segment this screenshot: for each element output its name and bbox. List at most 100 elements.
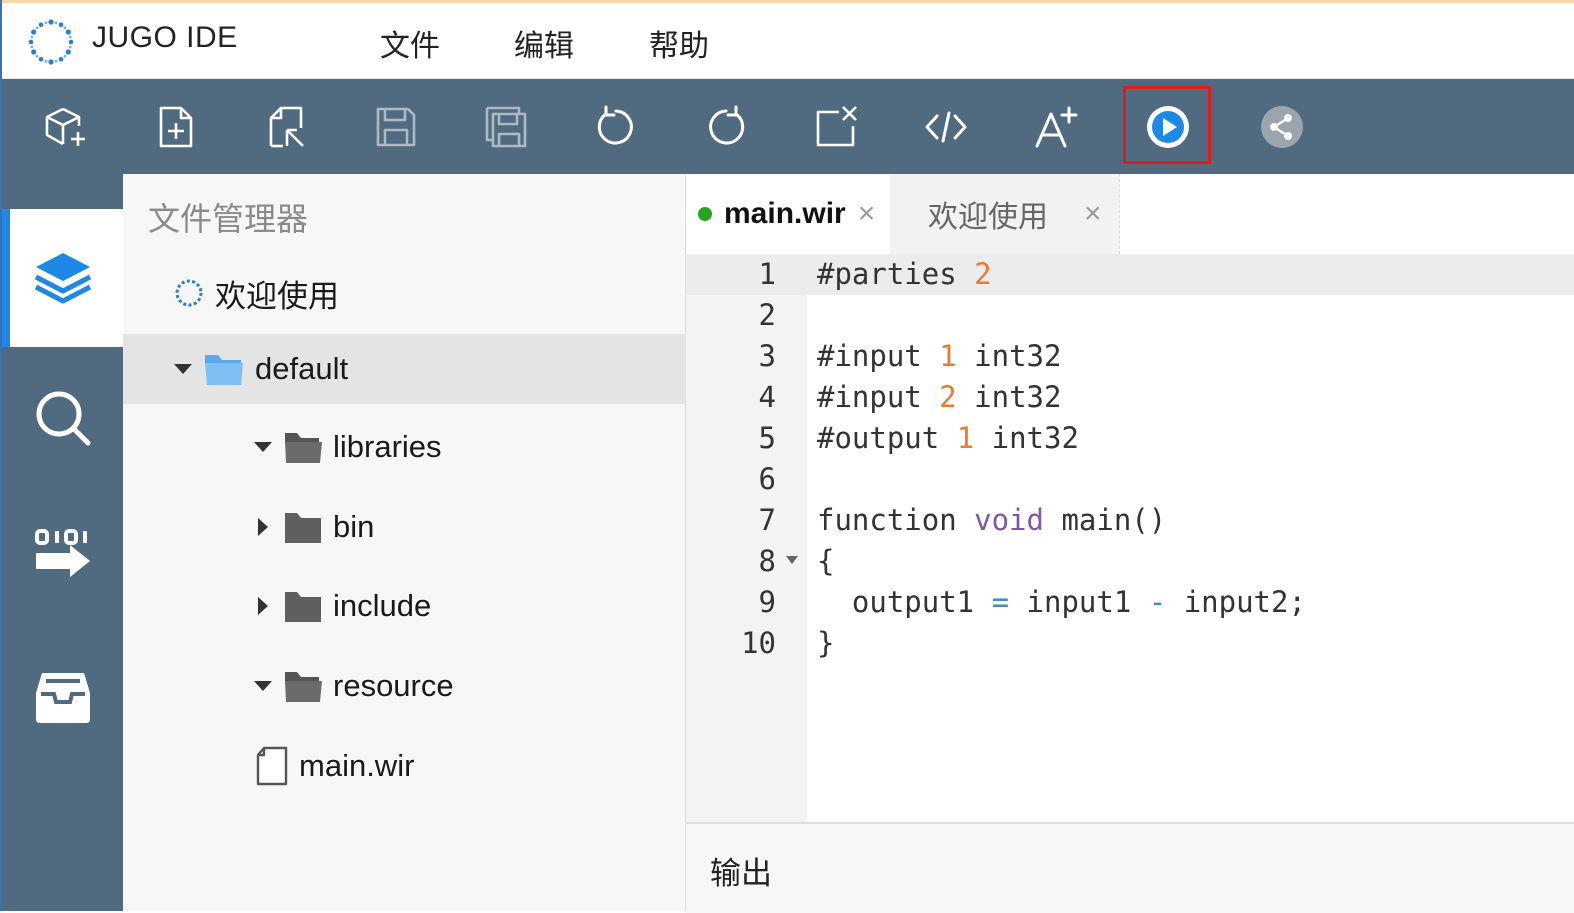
code-line[interactable]: 6: [686, 459, 1574, 500]
menu-edit[interactable]: 编辑: [514, 21, 574, 65]
folder-open-icon: [203, 351, 245, 387]
code-token: 1: [956, 421, 975, 455]
tree-item-welcome[interactable]: 欢迎使用: [123, 258, 728, 328]
code-token: -: [1148, 585, 1167, 619]
new-file-icon: [159, 106, 193, 148]
code-token: {: [817, 544, 835, 578]
code-token: input2;: [1166, 585, 1306, 619]
binary-transfer-icon: [34, 529, 90, 577]
code-token: #input: [817, 380, 940, 414]
code-text: #output 1 int32: [817, 418, 1079, 459]
file-icon: [255, 746, 289, 786]
new-project-button[interactable]: [36, 97, 96, 157]
code-token: #output: [817, 421, 957, 455]
code-token: int32: [956, 339, 1062, 373]
code-text: }: [817, 623, 834, 664]
folder-open-icon: [283, 668, 323, 704]
file-explorer: 文件管理器 欢迎使用 default libraries bin include…: [123, 174, 726, 911]
tree-item-label: default: [255, 351, 349, 386]
fold-caret-icon[interactable]: [786, 556, 798, 564]
code-token: 2: [939, 380, 957, 414]
line-number: 9: [758, 585, 776, 619]
close-file-button[interactable]: [806, 97, 866, 157]
code-line[interactable]: 8{: [686, 541, 1574, 582]
tab-welcome[interactable]: 欢迎使用 ×: [890, 174, 1120, 254]
code-token: }: [817, 626, 835, 660]
line-number: 6: [758, 462, 776, 496]
undo-icon: [597, 105, 633, 145]
tree-item-label: 欢迎使用: [215, 278, 339, 315]
output-panel: 输出: [686, 822, 1574, 913]
run-button-highlight: [1123, 86, 1211, 164]
save-all-button[interactable]: [476, 97, 536, 157]
code-line[interactable]: 9 output1 = input1 - input2;: [686, 582, 1574, 623]
activity-bar: [2, 174, 123, 911]
font-size-increase-icon: [1035, 106, 1078, 148]
code-token: int32: [956, 380, 1062, 414]
code-text: #parties 2: [817, 254, 992, 295]
archive-view-button[interactable]: [2, 629, 123, 767]
tree-item-label: resource: [333, 668, 454, 703]
menu-help[interactable]: 帮助: [649, 21, 709, 65]
close-icon[interactable]: ×: [858, 197, 876, 231]
open-file-button[interactable]: [256, 97, 316, 157]
redo-icon: [709, 105, 745, 145]
code-text: output1 = input1 - input2;: [817, 582, 1306, 623]
save-button[interactable]: [366, 97, 426, 157]
line-number: 2: [758, 298, 776, 332]
new-project-icon: [45, 107, 85, 146]
save-all-icon: [485, 106, 527, 148]
folder-icon: [283, 588, 323, 624]
code-line[interactable]: 1 #parties 2: [686, 254, 1574, 295]
jugo-logo-icon: [28, 19, 74, 65]
code-button[interactable]: [916, 97, 976, 157]
share-button[interactable]: [1252, 97, 1312, 157]
code-line[interactable]: 5 #output 1 int32: [686, 418, 1574, 459]
caret-right-icon[interactable]: [251, 515, 275, 539]
code-line[interactable]: 3 #input 1 int32: [686, 336, 1574, 377]
explorer-view-button[interactable]: [2, 209, 123, 347]
caret-right-icon[interactable]: [251, 594, 275, 618]
code-text: function void main(): [817, 500, 1166, 541]
folder-open-icon: [283, 429, 323, 465]
search-view-button[interactable]: [2, 349, 123, 487]
layers-icon: [34, 253, 91, 304]
code-editor[interactable]: 1 #parties 2 2 3 #input 1 int32 4 #input 2 int…: [686, 254, 1574, 822]
tab-label: 欢迎使用: [928, 200, 1048, 235]
code-token: main(): [1043, 503, 1167, 537]
caret-down-icon[interactable]: [251, 674, 275, 698]
line-number: 3: [758, 339, 776, 373]
close-file-icon: [816, 106, 857, 147]
code-icon: [925, 111, 967, 143]
code-line[interactable]: 4 #input 2 int32: [686, 377, 1574, 418]
caret-down-icon[interactable]: [251, 435, 275, 459]
compile-view-button[interactable]: [2, 489, 123, 627]
new-file-button[interactable]: [146, 97, 206, 157]
menu-file[interactable]: 文件: [380, 21, 440, 65]
line-number: 10: [741, 626, 776, 660]
undo-button[interactable]: [586, 97, 646, 157]
menubar: JUGO IDE 文件 编辑 帮助: [2, 3, 1574, 79]
editor-tabs: main.wir × 欢迎使用 ×: [686, 174, 1574, 254]
tree-item-default[interactable]: default: [123, 334, 726, 404]
modified-dot-icon: [698, 207, 712, 221]
line-number: 5: [758, 421, 776, 455]
code-line[interactable]: 7 function void main(): [686, 500, 1574, 541]
code-token: #input: [817, 339, 940, 373]
output-title: 输出: [710, 856, 772, 892]
code-text: #input 2 int32: [817, 377, 1061, 418]
tree-item-label: include: [333, 588, 432, 623]
code-line[interactable]: 10}: [686, 623, 1574, 664]
close-icon[interactable]: ×: [1084, 197, 1102, 231]
inbox-icon: [35, 673, 90, 723]
code-text: {: [817, 541, 834, 582]
tab-main-wir[interactable]: main.wir ×: [686, 174, 890, 254]
code-text: #input 1 int32: [817, 336, 1061, 377]
toolbar: [2, 79, 1574, 174]
font-size-increase-button[interactable]: [1026, 97, 1086, 157]
code-line[interactable]: 2: [686, 295, 1574, 336]
code-token: =: [991, 585, 1010, 619]
redo-button[interactable]: [696, 97, 756, 157]
folder-icon: [283, 509, 323, 545]
caret-down-icon[interactable]: [171, 357, 195, 381]
